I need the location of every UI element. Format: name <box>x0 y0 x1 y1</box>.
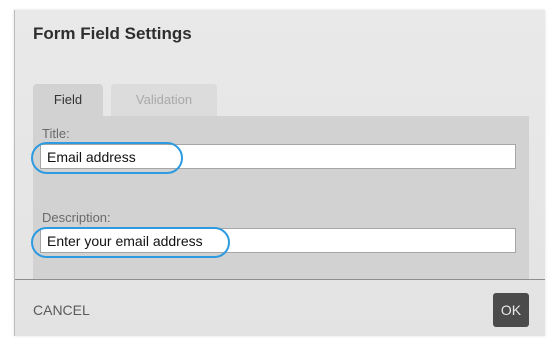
cancel-button[interactable]: CANCEL <box>33 302 90 318</box>
title-label: Title: <box>42 126 70 141</box>
form-field-settings-dialog: Form Field Settings Field Validation Tit… <box>14 10 545 336</box>
footer-divider <box>15 279 545 280</box>
tab-field[interactable]: Field <box>33 84 103 116</box>
ok-button[interactable]: OK <box>493 293 529 327</box>
field-settings-panel: Title: Description: <box>31 116 529 279</box>
description-input[interactable] <box>40 228 516 253</box>
title-input[interactable] <box>40 144 516 169</box>
description-label: Description: <box>42 210 111 225</box>
dialog-title: Form Field Settings <box>33 24 192 43</box>
tab-validation[interactable]: Validation <box>111 84 217 116</box>
